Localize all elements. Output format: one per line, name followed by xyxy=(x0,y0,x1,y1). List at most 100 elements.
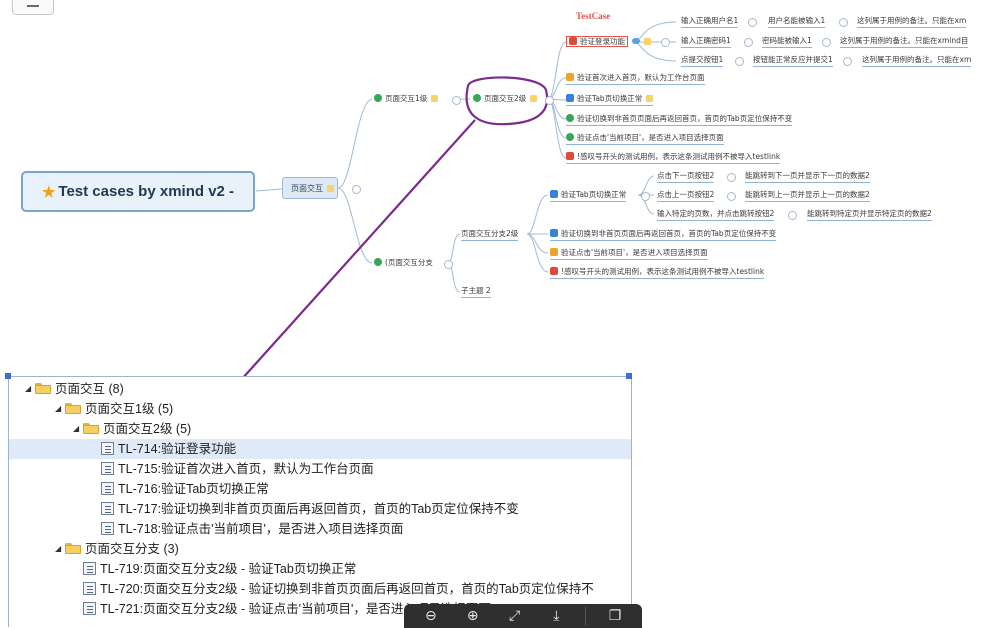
collapse-dot[interactable] xyxy=(545,96,554,105)
testcase-icon xyxy=(101,482,114,495)
collapse-dot[interactable] xyxy=(822,38,831,47)
mindmap-case-a1[interactable]: 验证首次进入首页，默认为工作台页面 xyxy=(566,73,705,85)
mindmap-b-tab-case[interactable]: 验证Tab页切换正常 xyxy=(550,190,627,202)
collapse-dot[interactable] xyxy=(788,211,797,220)
b-step-3-action[interactable]: 输入特定的页数，并点击跳转按钮2 xyxy=(657,209,775,221)
copy-icon[interactable]: ❐ xyxy=(602,605,628,627)
collapse-dot[interactable] xyxy=(744,38,753,47)
zoom-out-icon[interactable]: ⊖ xyxy=(418,605,444,627)
testcase-box: 验证登录功能 xyxy=(566,36,628,47)
b-step-1-expected[interactable]: 能跳转到下一页并显示下一页的数据2 xyxy=(745,171,870,183)
case-a3-label: 验证切换到非首页页面后再返回首页，首页的Tab页定位保持不变 xyxy=(577,114,793,123)
tree-node-root-label: 页面交互 (8) xyxy=(55,382,124,396)
mindmap-branch-b[interactable]: (页面交互分支 xyxy=(374,258,433,268)
zoom-in-icon[interactable]: ⊕ xyxy=(460,605,486,627)
collapse-dot[interactable] xyxy=(727,173,736,182)
mindmap-case-b3[interactable]: !感叹号开头的测试用例，表示这条测试用例不被导入testlink xyxy=(550,267,765,279)
mindmap-branch-a[interactable]: 页面交互1级 xyxy=(374,94,439,104)
expand-icon[interactable]: ◢ xyxy=(73,419,79,439)
priority-icon xyxy=(374,258,382,266)
fit-icon[interactable]: ⤢ xyxy=(502,605,528,627)
resize-handle[interactable] xyxy=(5,373,11,379)
collapse-dot[interactable] xyxy=(839,18,848,27)
login-step-1-action[interactable]: 输入正确用户名1 xyxy=(681,16,739,28)
mindmap-root[interactable]: ★ Test cases by xmind v2 - xyxy=(21,171,255,212)
tree-node-level2[interactable]: ◢ 页面交互2级 (5) xyxy=(73,419,191,439)
login-step-3-action[interactable]: 点提交按钮1 xyxy=(681,55,724,67)
mindmap-branch-a-child[interactable]: 页面交互2级 xyxy=(473,94,538,104)
priority-icon xyxy=(566,73,574,81)
mindmap-login-case[interactable]: 验证登录功能 xyxy=(566,36,651,47)
folder-icon xyxy=(65,543,81,554)
mindmap-l1-node[interactable]: 页面交互 xyxy=(282,177,338,199)
tree-case-row[interactable]: TL-716:验证Tab页切换正常 xyxy=(101,479,269,499)
login-step-2-note[interactable]: 这列属于用例的备注。只能在xmind目 xyxy=(840,36,969,48)
tree-case-label: TL-720:页面交互分支2级 - 验证切换到非首页页面后再返回首页，首页的Ta… xyxy=(100,582,594,596)
mindmap-case-a2[interactable]: 验证Tab页切换正常 xyxy=(566,94,654,106)
tree-node-level1[interactable]: ◢ 页面交互1级 (5) xyxy=(55,399,173,419)
folder-icon xyxy=(35,383,51,394)
login-step-1-expected[interactable]: 用户名能被输入1 xyxy=(768,16,826,28)
priority-icon xyxy=(566,114,574,122)
tree-case-label: TL-718:验证点击'当前项目'，是否进入项目选择页面 xyxy=(118,522,404,536)
login-step-3-note[interactable]: 这列属于用例的备注。只能在xm xyxy=(862,55,972,67)
branch-a-label: 页面交互1级 xyxy=(385,94,428,103)
b-step-3-expected[interactable]: 能跳转到特定页并显示特定页的数据2 xyxy=(807,209,932,221)
testcase-label: TestCase xyxy=(576,11,611,21)
resize-handle[interactable] xyxy=(626,373,632,379)
folder-icon xyxy=(83,423,99,434)
collapse-dot[interactable] xyxy=(352,185,361,194)
collapse-dot[interactable] xyxy=(748,18,757,27)
testcase-icon xyxy=(83,602,96,615)
collapse-dot[interactable] xyxy=(444,260,453,269)
collapse-dot[interactable] xyxy=(661,38,670,47)
b-step-1-action[interactable]: 点击下一页按钮2 xyxy=(657,171,715,183)
login-step-2-action[interactable]: 输入正确密码1 xyxy=(681,36,731,48)
mindmap-branch-b-child2[interactable]: 子主题 2 xyxy=(461,286,491,298)
download-icon[interactable]: ⤓ xyxy=(543,605,569,627)
tree-case-label: TL-719:页面交互分支2级 - 验证Tab页切换正常 xyxy=(100,562,357,576)
tree-case-row[interactable]: TL-715:验证首次进入首页，默认为工作台页面 xyxy=(101,459,374,479)
login-step-3-expected[interactable]: 按钮能正常反应并提交1 xyxy=(753,55,833,67)
mindmap-case-a4[interactable]: 验证点击'当前项目'，是否进入项目选择页面 xyxy=(566,133,724,145)
tree-case-row[interactable]: TL-717:验证切换到非首页页面后再返回首页，首页的Tab页定位保持不变 xyxy=(101,499,519,519)
toolbar-divider xyxy=(585,607,587,625)
case-a2-label: 验证Tab页切换正常 xyxy=(577,94,643,103)
mindmap-case-b2[interactable]: 验证点击'当前项目'，是否进入项目选择页面 xyxy=(550,248,708,260)
mindmap-l1-label: 页面交互 xyxy=(291,183,323,193)
priority-icon xyxy=(566,152,574,160)
branch-a-child-label: 页面交互2级 xyxy=(484,94,527,103)
tree-case-row[interactable]: TL-718:验证点击'当前项目'，是否进入项目选择页面 xyxy=(101,519,403,539)
collapse-dot[interactable] xyxy=(452,96,461,105)
login-step-2-expected[interactable]: 密码能被输入1 xyxy=(762,36,812,48)
note-icon xyxy=(644,38,651,45)
testcase-icon xyxy=(101,502,114,515)
login-step-1-note[interactable]: 这列属于用例的备注。只能在xm xyxy=(857,16,967,28)
mindmap-case-a3[interactable]: 验证切换到非首页页面后再返回首页，首页的Tab页定位保持不变 xyxy=(566,114,793,126)
priority-icon xyxy=(550,229,558,237)
b-step-2-action[interactable]: 点击上一页按钮2 xyxy=(657,190,715,202)
priority-icon xyxy=(566,94,574,102)
expand-icon[interactable]: ◢ xyxy=(55,539,61,559)
collapse-dot[interactable] xyxy=(641,192,650,201)
priority-icon xyxy=(473,94,481,102)
mindmap-case-b1[interactable]: 验证切换到非首页页面后再返回首页，首页的Tab页定位保持不变 xyxy=(550,229,777,241)
star-icon: ★ xyxy=(41,183,56,201)
mindmap-root-label: Test cases by xmind v2 - xyxy=(58,183,235,200)
testcase-icon xyxy=(83,582,96,595)
collapse-dot[interactable] xyxy=(727,192,736,201)
tree-node-root[interactable]: ◢ 页面交互 (8) xyxy=(25,379,124,399)
expand-icon[interactable]: ◢ xyxy=(25,379,31,399)
collapse-dot[interactable] xyxy=(735,57,744,66)
b-step-2-expected[interactable]: 能跳转到上一页并显示上一页的数据2 xyxy=(745,190,870,202)
mindmap-branch-b-child[interactable]: 页面交互分支2级 xyxy=(461,229,519,241)
expand-icon[interactable]: ◢ xyxy=(55,399,61,419)
case-b2-label: 验证点击'当前项目'，是否进入项目选择页面 xyxy=(561,248,708,257)
tree-case-row[interactable]: TL-719:页面交互分支2级 - 验证Tab页切换正常 xyxy=(83,559,356,579)
tree-node-branch[interactable]: ◢ 页面交互分支 (3) xyxy=(55,539,179,559)
tree-case-row[interactable]: TL-720:页面交互分支2级 - 验证切换到非首页页面后再返回首页，首页的Ta… xyxy=(83,579,594,599)
tree-case-row[interactable]: TL-714:验证登录功能 xyxy=(9,439,631,459)
collapse-dot[interactable] xyxy=(843,57,852,66)
note-icon xyxy=(431,95,439,102)
mindmap-case-a5[interactable]: !感叹号开头的测试用例，表示这条测试用例不被导入testlink xyxy=(566,152,781,164)
